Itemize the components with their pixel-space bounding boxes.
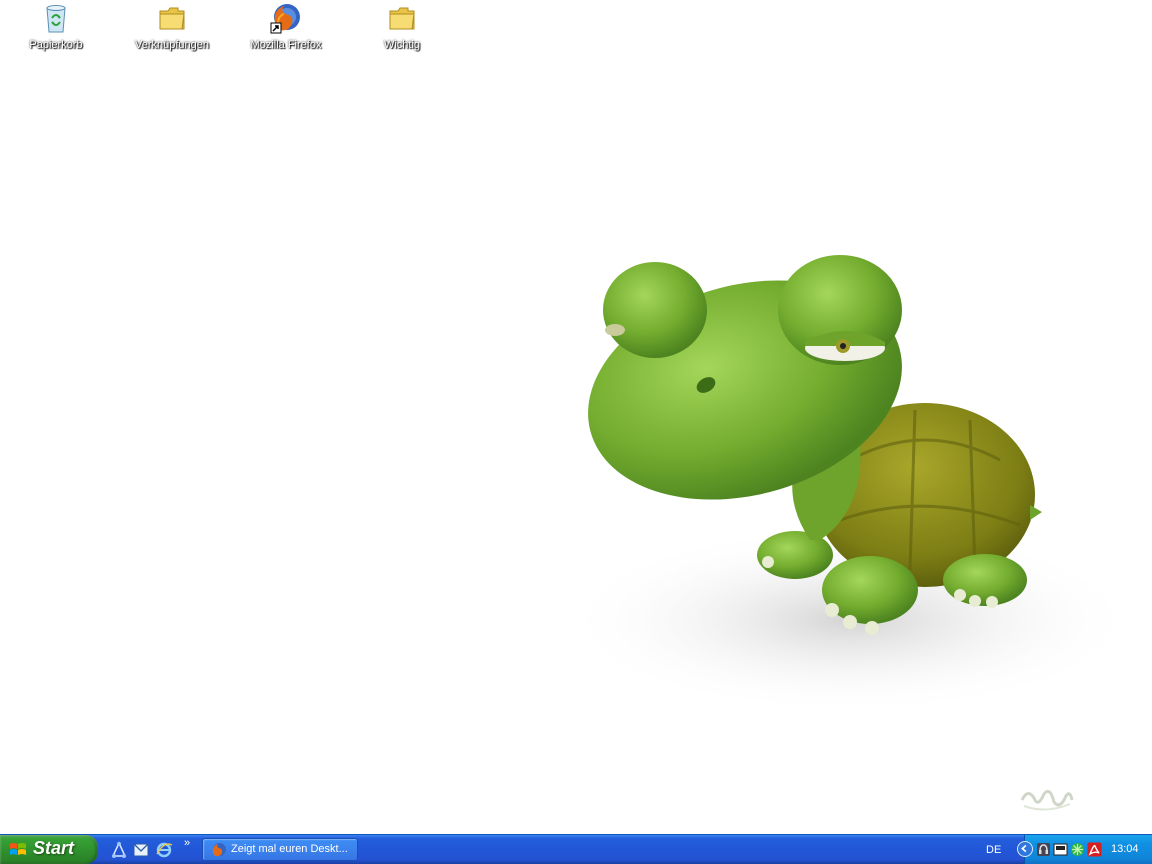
network-icon[interactable]: [110, 841, 128, 859]
internet-explorer-icon[interactable]: [155, 841, 173, 859]
clock[interactable]: 13:04: [1111, 843, 1139, 855]
desktop-icon-label: Verknüpfungen: [134, 39, 209, 51]
acrobat-icon[interactable]: [1087, 842, 1102, 857]
system-tray: 13:04: [1017, 835, 1152, 864]
outlook-icon[interactable]: [132, 841, 150, 859]
desktop-icon-recycle-bin[interactable]: Papierkorb: [11, 2, 101, 58]
recycle-bin-icon: [46, 5, 66, 33]
firefox-icon: [270, 4, 300, 34]
signature-watermark: [1020, 789, 1074, 811]
tray-expand-icon[interactable]: [1017, 841, 1033, 857]
turtle-wallpaper: [560, 255, 1120, 710]
device-icon[interactable]: [1053, 842, 1068, 857]
desktop-icon-verknuepfungen[interactable]: Verknüpfungen: [127, 2, 217, 58]
folder-icon: [389, 7, 415, 30]
desktop-icon-mozilla-firefox[interactable]: Mozilla Firefox: [241, 2, 331, 58]
desktop[interactable]: Papierkorb Verknüpfungen Mozilla Firefox…: [0, 0, 1152, 834]
language-indicator[interactable]: DE: [986, 844, 1001, 856]
headset-icon[interactable]: [1036, 842, 1051, 857]
folder-icon: [159, 7, 185, 30]
taskbar: Start » Zeigt mal euren Deskt... DE 13:0…: [0, 834, 1152, 864]
desktop-icon-label: Papierkorb: [29, 39, 83, 51]
firefox-icon: [212, 843, 226, 857]
start-button[interactable]: Start: [0, 835, 98, 864]
windows-logo-icon: [10, 843, 26, 855]
quick-launch-chevron[interactable]: »: [184, 837, 194, 849]
desktop-icon-wichtig[interactable]: Wichtig: [357, 2, 447, 58]
desktop-icon-label: Wichtig: [383, 39, 421, 51]
start-label: Start: [33, 838, 75, 858]
taskbar-button-firefox-window[interactable]: Zeigt mal euren Deskt...: [202, 838, 358, 861]
desktop-icon-label: Mozilla Firefox: [250, 39, 322, 51]
taskbar-button-label: Zeigt mal euren Deskt...: [231, 843, 348, 855]
antivirus-icon[interactable]: [1070, 842, 1085, 857]
